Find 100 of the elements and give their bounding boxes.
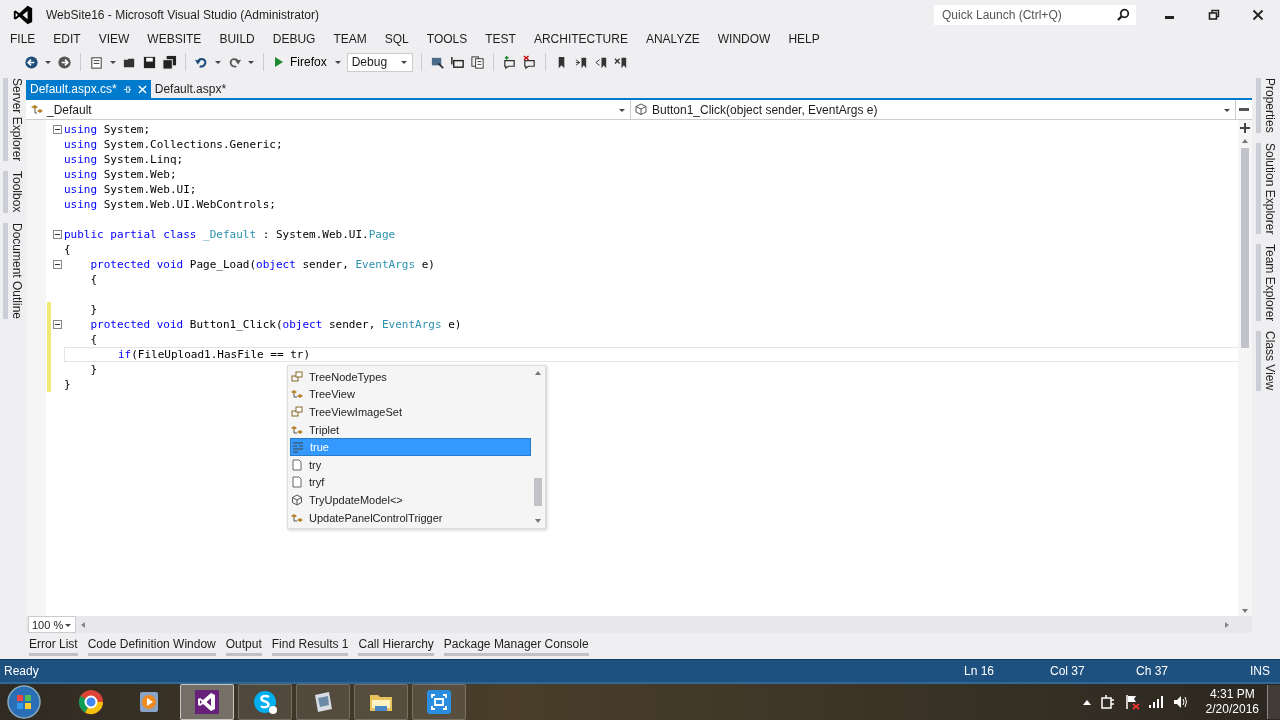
completion-item[interactable]: TryUpdateModel<> (290, 491, 531, 509)
menu-item[interactable]: TEST (476, 32, 525, 46)
class-icon (291, 511, 303, 524)
scrollbar[interactable] (1238, 120, 1252, 616)
completion-item[interactable]: TreeViewImageSet (290, 403, 531, 421)
document-tab[interactable]: Default.aspx* (150, 80, 231, 98)
configuration-dropdown[interactable]: Debug (346, 52, 413, 72)
window-title: WebSite16 - Microsoft Visual Studio (Administrator) (46, 8, 320, 22)
dropdown-arrow-icon[interactable] (333, 58, 342, 66)
show-desktop-button[interactable] (1267, 685, 1280, 719)
show-hidden-icons-icon[interactable] (1081, 698, 1092, 706)
chat-app-icon (251, 688, 279, 716)
enum-icon (291, 370, 303, 383)
code-line: using System.Web; (64, 167, 177, 182)
menu-item[interactable]: ANALYZE (636, 32, 709, 46)
code-line: } (89, 302, 98, 317)
taskbar-app-button[interactable] (354, 684, 408, 720)
side-panel-tab[interactable]: Team Explorer (1255, 244, 1277, 322)
menu-item[interactable]: TOOLS (417, 32, 477, 46)
save-all-icon[interactable] (162, 54, 177, 70)
play-icon (274, 56, 284, 68)
completion-item[interactable]: Triplet (290, 420, 531, 439)
menu-item[interactable]: WINDOW (708, 32, 780, 46)
collapse-icon[interactable] (53, 125, 62, 134)
scroll-up-icon[interactable] (534, 370, 542, 376)
scroll-up-icon[interactable] (1241, 138, 1249, 144)
dropdown-arrow-icon[interactable] (247, 58, 255, 66)
menu-item[interactable]: HELP (779, 32, 829, 46)
completion-item[interactable]: UpdatePanelControlTrigger (290, 508, 531, 527)
side-panel-tab[interactable]: Class View (1255, 331, 1277, 391)
side-panel-tab[interactable]: Toolbox (2, 171, 24, 213)
menu-item[interactable]: SQL (375, 32, 418, 46)
type-dropdown[interactable]: _Default (26, 100, 631, 119)
clock-time[interactable]: 4:31 PM (1209, 687, 1255, 702)
tool-window-tab[interactable]: Package Manager Console (443, 636, 589, 656)
power-icon[interactable] (1099, 694, 1116, 710)
completion-item[interactable]: TreeView (290, 385, 531, 404)
menu-item[interactable]: DEBUG (263, 32, 325, 46)
forward-icon[interactable] (57, 54, 72, 70)
menu-item[interactable]: BUILD (210, 32, 264, 46)
enum-icon (291, 406, 303, 418)
side-panel-tab[interactable]: Solution Explorer (1255, 142, 1277, 235)
taskbar-app-button[interactable] (296, 684, 350, 720)
new-project-icon[interactable] (89, 54, 104, 70)
window-layout-icon[interactable] (449, 54, 465, 70)
flag-icon[interactable] (1123, 694, 1140, 710)
run-button[interactable]: Firefox (272, 53, 329, 71)
restore-icon[interactable] (1208, 9, 1220, 21)
menu-item[interactable]: TEAM (324, 32, 376, 46)
quick-launch-field[interactable]: Quick Launch (Ctrl+Q) (934, 5, 1136, 25)
comment-remove-icon[interactable] (521, 54, 537, 70)
method-icon (291, 493, 303, 506)
line-number: Ln 16 (964, 664, 996, 678)
tool-window-tab[interactable]: Find Results 1 (271, 636, 349, 656)
scroll-left-icon[interactable] (80, 620, 86, 629)
collapse-icon[interactable] (53, 320, 62, 329)
dropdown-arrow-icon[interactable] (109, 58, 117, 66)
comment-add-icon[interactable] (501, 54, 517, 70)
member-dropdown[interactable]: Button1_Click(object sender, EventArgs e) (631, 100, 1236, 119)
code-line: using System.Web.UI; (64, 182, 197, 197)
column-number: Col 37 (1050, 664, 1086, 678)
taskbar-app-button[interactable] (412, 684, 466, 720)
split-icon[interactable] (1239, 122, 1251, 134)
close-icon[interactable] (1252, 9, 1264, 21)
side-panel-tab[interactable]: Properties (1255, 78, 1277, 133)
menu-item[interactable]: FILE (10, 32, 45, 46)
status-message: Ready (4, 664, 39, 678)
completion-item[interactable]: TreeNodeTypes (290, 368, 531, 386)
pin-icon[interactable] (122, 84, 132, 94)
save-icon[interactable] (142, 54, 157, 70)
scroll-right-icon[interactable] (1224, 620, 1230, 629)
taskbar-app-button[interactable] (180, 684, 234, 720)
volume-icon[interactable] (1171, 694, 1188, 710)
collapse-icon[interactable] (53, 230, 62, 239)
clock-date[interactable]: 2/20/2016 (1205, 702, 1259, 717)
scroll-thumb[interactable] (1241, 148, 1249, 348)
menu-item[interactable]: VIEW (89, 32, 139, 46)
scroll-down-icon[interactable] (534, 518, 542, 525)
dropdown-arrow-icon[interactable] (214, 58, 222, 66)
completion-item[interactable]: try (290, 455, 531, 474)
tool-window-tab[interactable]: Output (225, 636, 262, 656)
zoom-dropdown[interactable]: 100 % (28, 616, 76, 633)
menu-item[interactable]: EDIT (44, 32, 90, 46)
signal-icon[interactable] (1147, 694, 1164, 710)
side-panel-tab[interactable]: Document Outline (2, 222, 24, 319)
completion-item[interactable]: tryf (290, 473, 531, 492)
tool-window-tab[interactable]: Code Definition Window (87, 636, 216, 656)
tool-window-tab[interactable]: Call Hierarchy (358, 636, 434, 656)
menu-item[interactable]: WEBSITE (138, 32, 211, 46)
start-button-icon[interactable] (6, 684, 42, 720)
tool-window-tab[interactable]: Error List (29, 636, 78, 656)
document-list-icon[interactable] (469, 54, 485, 70)
taskbar-app-button[interactable] (238, 684, 292, 720)
scroll-down-icon[interactable] (1241, 608, 1249, 614)
document-tab[interactable]: Default.aspx.cs* (26, 80, 151, 98)
collapse-icon[interactable] (53, 260, 62, 269)
dropdown-arrow-icon[interactable] (44, 58, 52, 66)
back-icon[interactable] (24, 54, 39, 70)
scroll-thumb[interactable] (534, 478, 542, 507)
menu-item[interactable]: ARCHITECTURE (524, 32, 637, 46)
